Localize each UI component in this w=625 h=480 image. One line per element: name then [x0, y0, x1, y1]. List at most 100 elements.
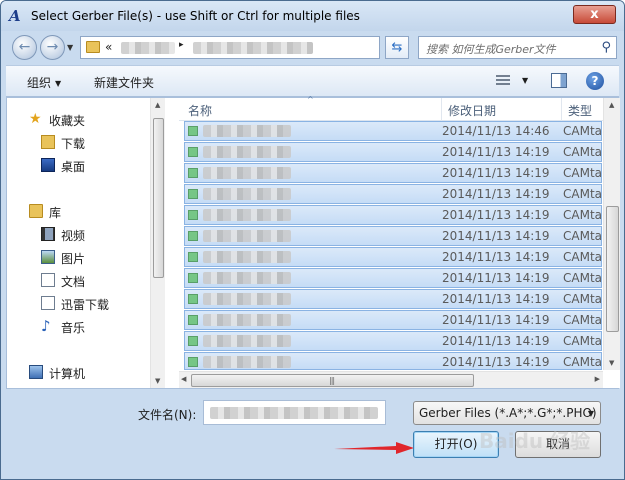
file-date: 2014/11/13 14:19 [442, 229, 550, 243]
download-folder-icon [41, 135, 55, 149]
file-type: CAMtastic [563, 355, 601, 369]
nav-item-desktop[interactable]: 桌面 [7, 155, 152, 175]
file-row[interactable]: 2014/11/13 14:19 CAMtastic [184, 289, 602, 309]
breadcrumb-overflow[interactable]: « [105, 40, 112, 54]
preview-pane-icon[interactable] [551, 73, 567, 88]
file-type: CAMtastic [563, 334, 601, 348]
desktop-icon [41, 158, 55, 172]
file-type-filter[interactable]: Gerber Files (*.A*;*.G*;*.PHO) ▼ [413, 401, 601, 425]
file-row[interactable]: 2014/11/13 14:19 CAMtastic [184, 205, 602, 225]
document-icon [41, 273, 55, 287]
thunder-download-icon [41, 296, 55, 310]
organize-button[interactable]: 组织 ▼ [27, 74, 61, 91]
nav-item-label: 迅雷下载 [61, 298, 110, 312]
filename-input[interactable] [203, 400, 386, 425]
scroll-down-icon[interactable]: ▼ [155, 377, 160, 385]
column-divider[interactable] [561, 98, 562, 121]
file-date: 2014/11/13 14:19 [442, 166, 550, 180]
view-options-icon[interactable] [496, 75, 510, 87]
nav-item-pictures[interactable]: 图片 [7, 247, 152, 267]
refresh-button[interactable]: ⇆ [385, 36, 409, 59]
file-date: 2014/11/13 14:19 [442, 334, 550, 348]
column-headers: ^ 名称 修改日期 类型 [179, 95, 620, 121]
file-row[interactable]: 2014/11/13 14:19 CAMtastic [184, 184, 602, 204]
window-title: Select Gerber File(s) - use Shift or Ctr… [31, 9, 360, 23]
file-type: CAMtastic [563, 292, 601, 306]
nav-item-videos[interactable]: 视频 [7, 224, 152, 244]
close-button[interactable]: x [573, 5, 616, 24]
gerber-file-icon [188, 168, 198, 178]
scroll-grip-icon: ||| [329, 376, 335, 385]
filter-value: Gerber Files (*.A*;*.G*;*.PHO) [419, 406, 597, 420]
scroll-right-icon[interactable]: ▶ [595, 375, 600, 383]
file-row[interactable]: 2014/11/13 14:19 CAMtastic [184, 268, 602, 288]
navigation-pane: ★ 收藏夹 下载 桌面 库 视频 图片 文档 迅雷下载 ♪ 音乐 计算机 ▲ ▼ [7, 98, 165, 388]
file-list-vertical-scrollbar[interactable]: ▲ ▼ [603, 98, 620, 370]
nav-item-label: 图片 [61, 252, 86, 266]
search-icon[interactable]: ⚲ [601, 40, 611, 55]
nav-item-libraries[interactable]: 库 [7, 201, 152, 221]
arrow-shape [334, 442, 414, 454]
file-date: 2014/11/13 14:19 [442, 250, 550, 264]
nav-item-downloads[interactable]: 下载 [7, 132, 152, 152]
scroll-thumb[interactable] [153, 118, 164, 278]
scroll-thumb[interactable] [606, 206, 619, 332]
file-date: 2014/11/13 14:19 [442, 355, 550, 369]
breadcrumb-segment[interactable] [121, 42, 175, 54]
file-row[interactable]: 2014/11/13 14:19 CAMtastic [184, 142, 602, 162]
column-header-name[interactable]: 名称 [188, 102, 212, 119]
scroll-up-icon[interactable]: ▲ [609, 101, 614, 109]
file-name [203, 293, 291, 305]
nav-item-music[interactable]: ♪ 音乐 [7, 316, 152, 336]
file-name [203, 167, 291, 179]
address-bar[interactable]: « ▸ [80, 36, 380, 59]
column-header-date[interactable]: 修改日期 [448, 102, 496, 119]
help-icon[interactable]: ? [586, 72, 604, 90]
nav-item-documents[interactable]: 文档 [7, 270, 152, 290]
file-date: 2014/11/13 14:19 [442, 313, 550, 327]
file-row[interactable]: 2014/11/13 14:19 CAMtastic [184, 310, 602, 330]
filename-label: 文件名(N): [138, 408, 197, 422]
forward-button[interactable]: → [40, 35, 65, 60]
nav-item-thunder-downloads[interactable]: 迅雷下载 [7, 293, 152, 313]
search-placeholder: 搜索 如何生成Gerber文件 [426, 43, 556, 56]
file-row[interactable]: 2014/11/13 14:19 CAMtastic [184, 226, 602, 246]
file-name [203, 335, 291, 347]
new-folder-button[interactable]: 新建文件夹 [94, 74, 154, 91]
file-row[interactable]: 2014/11/13 14:46 CAMtastic [184, 121, 602, 141]
file-row[interactable]: 2014/11/13 14:19 CAMtastic [184, 247, 602, 267]
file-type: CAMtastic [563, 166, 601, 180]
file-list-horizontal-scrollbar[interactable]: ◀ ||| ▶ [179, 371, 603, 388]
file-name [203, 251, 291, 263]
gerber-file-icon [188, 252, 198, 262]
scroll-down-icon[interactable]: ▼ [609, 359, 614, 367]
column-divider[interactable] [441, 98, 442, 121]
nav-item-favorites[interactable]: ★ 收藏夹 [7, 109, 152, 129]
scroll-up-icon[interactable]: ▲ [155, 101, 160, 109]
picture-icon [41, 250, 55, 264]
file-row[interactable]: 2014/11/13 14:19 CAMtastic [184, 163, 602, 183]
file-name [203, 209, 291, 221]
file-row[interactable]: 2014/11/13 14:19 CAMtastic [184, 352, 602, 370]
gerber-file-icon [188, 231, 198, 241]
file-name [203, 188, 291, 200]
file-row[interactable]: 2014/11/13 14:19 CAMtastic [184, 331, 602, 351]
column-header-type[interactable]: 类型 [568, 102, 592, 119]
file-type: CAMtastic [563, 124, 601, 138]
breadcrumb-separator-icon[interactable]: ▸ [179, 40, 184, 50]
recent-pages-dropdown-icon[interactable]: ▼ [67, 43, 73, 52]
scroll-left-icon[interactable]: ◀ [181, 375, 186, 383]
nav-item-label: 视频 [61, 229, 86, 243]
nav-scrollbar[interactable]: ▲ ▼ [150, 98, 165, 388]
nav-item-label: 计算机 [49, 367, 86, 381]
gerber-file-icon [188, 294, 198, 304]
search-input[interactable]: 搜索 如何生成Gerber文件 ⚲ [418, 36, 617, 59]
back-button[interactable]: ← [12, 35, 37, 60]
gerber-file-icon [188, 357, 198, 367]
breadcrumb-segment[interactable] [193, 42, 313, 54]
scroll-thumb[interactable]: ||| [191, 374, 474, 387]
address-row: ← → ▼ « ▸ ⇆ 搜索 如何生成Gerber文件 ⚲ [1, 31, 624, 63]
gerber-file-icon [188, 273, 198, 283]
chevron-down-icon[interactable]: ▼ [522, 76, 528, 85]
nav-item-computer[interactable]: 计算机 [7, 362, 152, 382]
